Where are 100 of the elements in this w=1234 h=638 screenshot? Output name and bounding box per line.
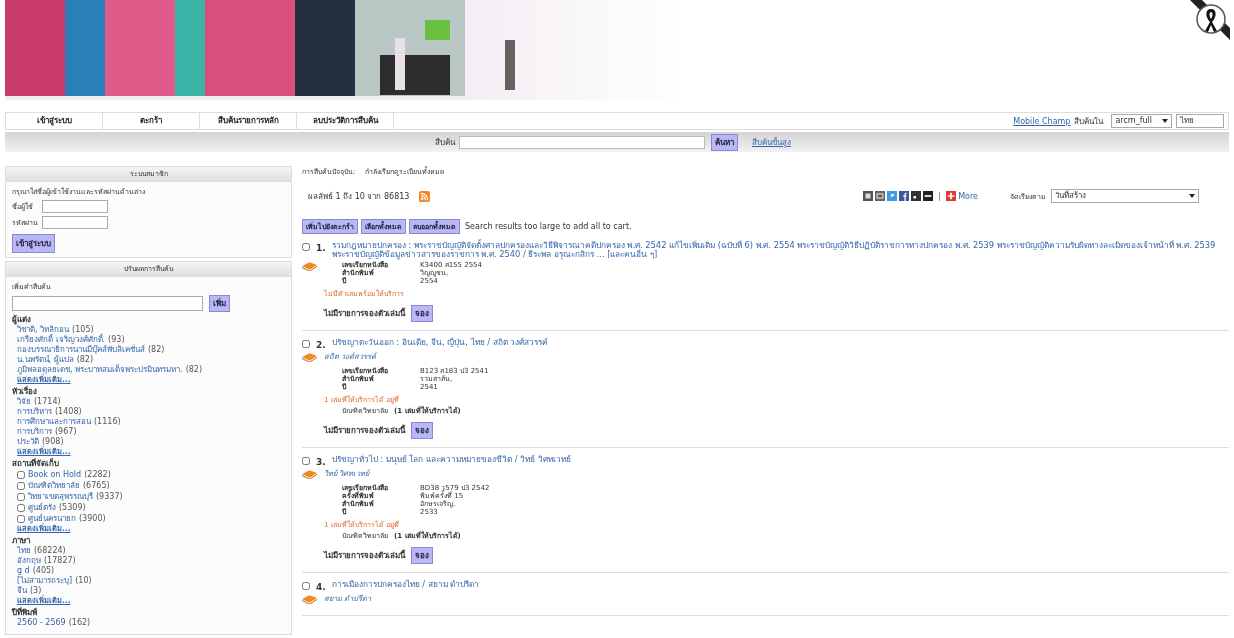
facet-title: สถานที่จัดเก็บ — [12, 459, 60, 469]
record-title-link[interactable]: ปรัชญาทั่วไป : มนุษย์ โลก และความหมายของชีวิต / วิทย์ วิศทเวทย์ — [331, 455, 571, 464]
nav-tab[interactable]: สืบค้นรายการหลัก — [200, 113, 297, 129]
results-summary: ผลลัพธ์ 1 ถึง 10 จาก 86813 — [308, 190, 410, 203]
facet-link[interactable]: การบริหาร — [17, 407, 52, 416]
language-select[interactable]: ไทย — [1176, 114, 1224, 128]
search-button[interactable]: ค้นหา — [711, 133, 738, 151]
facet-title: ผู้แต่ง — [12, 315, 32, 325]
facet-count: (6765) — [83, 480, 110, 491]
facet-link[interactable]: วิชาติ, วิทลิกอน — [17, 325, 70, 334]
facet-link[interactable]: อังกฤษ — [17, 556, 41, 565]
record-title-link[interactable]: รวมกฎหมายปกครอง : พระราชบัญญัติจัดตั้งศาลปกครองและวิธีพิจารณาคดีปกครอง พ.ศ. 2542 แก้ไขเพิ่มเติม (ฉบับที่ 6) พ.ศ. 2554 พระราชบัญญัติวิธีปฏิบัติราชการทางปกครอง พ.ศ. 2539 พระราชบัญญัติความรับผิดทางละเมิดของเจ้าหน้าที่ พ.ศ. 2539 พระราชบัญญัติข้อมูลข่าวสารของราชการ พ.ศ. 2540 / ธีระพล อรุณะกสิกร ... [และคนอื่น ๆ] — [331, 241, 1229, 259]
facet-link[interactable]: ประวัติ — [17, 437, 39, 446]
result-number: 4. — [316, 582, 326, 592]
facet-count: (3) — [30, 586, 42, 595]
facet-title: ภาษา — [12, 536, 31, 546]
search-field[interactable] — [459, 135, 705, 149]
print-icon[interactable] — [863, 191, 874, 201]
rss-icon[interactable] — [419, 190, 431, 202]
checkbox[interactable] — [302, 340, 310, 348]
facet-link[interactable]: การศึกษาและการสอน — [17, 417, 91, 426]
dropdown-arrow-icon — [1162, 119, 1168, 123]
facet-link[interactable]: ศูนย์นครนายก — [28, 513, 76, 524]
input-field[interactable] — [42, 216, 108, 229]
facet-count: (162) — [68, 618, 91, 627]
checkbox[interactable] — [302, 457, 310, 465]
facet-link[interactable]: ภูมิพลอดุลยเดช, พระบาทสมเด็จพระปรมินทรมหา. — [17, 365, 183, 374]
checkbox[interactable] — [302, 582, 310, 590]
nav-tab[interactable]: เข้าสู่ระบบ — [6, 113, 103, 129]
hold-text: ไม่มีรายการจองตัวเล่มนี้ — [324, 549, 405, 562]
record-title-link[interactable]: การเมืองการปกครองไทย / สยาม ดำปรีดา — [331, 580, 480, 589]
facet-link[interactable]: [ไม่สามารถระบุ] — [17, 576, 73, 585]
scope-select[interactable]: arcm_full — [1111, 114, 1172, 128]
facet-count: (1714) — [34, 397, 61, 406]
login-button[interactable]: เข้าสู่ระบบ — [12, 234, 55, 253]
facet-link[interactable]: g d — [17, 566, 30, 575]
book-icon — [302, 594, 317, 604]
more-link[interactable]: More — [958, 191, 978, 201]
result-number: 2. — [316, 340, 326, 350]
checkbox[interactable] — [17, 503, 25, 512]
checkbox[interactable] — [17, 492, 25, 501]
facet-count: (68224) — [34, 546, 66, 555]
checkbox[interactable] — [17, 514, 25, 523]
facet-count: (908) — [42, 437, 64, 446]
facet-count: (1116) — [94, 417, 121, 426]
facet-link[interactable]: กองบรรณาธิการนานมีบุ๊คส์พับลิเคชั่นส์ — [17, 345, 145, 354]
search-label: สืบค้น — [435, 136, 455, 149]
facet-count: (405) — [32, 566, 55, 575]
facet-count: (105) — [72, 325, 94, 334]
facet-link[interactable]: Book on Hold — [28, 469, 82, 480]
facet-link[interactable]: การบริการ — [17, 427, 52, 436]
facet-count: (5309) — [59, 502, 86, 512]
record-title-link[interactable]: ปรัชญาตะวันออก : อินเดีย, จีน, ญี่ปุ่น, ไทย / สถิต วงศ์สวรรค์ — [331, 338, 549, 347]
book-icon — [302, 469, 317, 479]
facet-count: (82) — [76, 355, 94, 364]
mobile-link[interactable]: Mobile Champ — [1013, 116, 1071, 126]
add-button[interactable]: เพิ่ม — [209, 295, 230, 312]
facet-link[interactable]: 2560 - 2569 — [17, 618, 66, 627]
filter-field[interactable] — [12, 296, 203, 311]
facet-link[interactable]: น.นพรัตน์, ผู้แปล — [17, 355, 74, 364]
hold-text: ไม่มีรายการจองตัวเล่มนี้ — [324, 424, 405, 437]
checkbox[interactable] — [17, 470, 25, 479]
bird-icon[interactable] — [887, 191, 898, 201]
facet-link[interactable]: ไทย — [17, 546, 31, 555]
checkbox[interactable] — [302, 243, 310, 251]
book-icon — [302, 261, 317, 271]
result-number: 1. — [316, 243, 326, 253]
facet-link[interactable]: ศูนย์ตรัง — [28, 502, 56, 513]
facet-count: (1408) — [55, 407, 82, 416]
result-number: 3. — [316, 457, 326, 467]
facet-title: หัวเรื่อง — [12, 387, 38, 397]
facet-count: (82) — [148, 345, 165, 354]
facet-link[interactable]: วิทยาเขตสุพรรณบุรี — [28, 491, 93, 502]
facet-count: (10) — [75, 576, 92, 585]
cart-note: Search results too large to add all to cart. — [465, 222, 632, 231]
hold-button[interactable]: จอง — [411, 422, 433, 439]
book-icon — [302, 352, 317, 362]
facet-count: (2282) — [84, 469, 111, 480]
facet-link[interactable]: จีน — [17, 586, 27, 595]
dropdown-arrow-icon — [1189, 194, 1195, 198]
hold-button[interactable]: จอง — [411, 547, 433, 564]
facet-link[interactable]: วิจัย — [17, 397, 31, 406]
checkbox[interactable] — [17, 481, 25, 490]
facebook-icon[interactable] — [899, 191, 910, 201]
plus-icon[interactable] — [946, 191, 957, 201]
facet-count: (17827) — [44, 556, 76, 565]
scope-label: สืบค้นใน — [1074, 115, 1104, 128]
facet-count: (82) — [185, 365, 203, 374]
facet-count: (3900) — [79, 513, 106, 524]
nav-tab[interactable]: ลบประวัติการสืบค้น — [297, 113, 394, 129]
facet-count: (967) — [55, 427, 77, 436]
facet-link[interactable]: บัณฑิตวิทยาลัย — [28, 480, 80, 491]
hold-button[interactable]: จอง — [411, 305, 433, 322]
nav-tab[interactable]: ตะกร้า — [103, 113, 200, 129]
email-icon[interactable] — [875, 191, 886, 201]
facet-title: ปีที่พิมพ์ — [12, 608, 38, 618]
sort-select[interactable]: วันที่สร้าง — [1051, 189, 1199, 203]
input-field[interactable] — [42, 200, 108, 213]
hold-text: ไม่มีรายการจองตัวเล่มนี้ — [324, 307, 405, 320]
advanced-search-link[interactable]: สืบค้นขั้นสูง — [752, 135, 791, 149]
